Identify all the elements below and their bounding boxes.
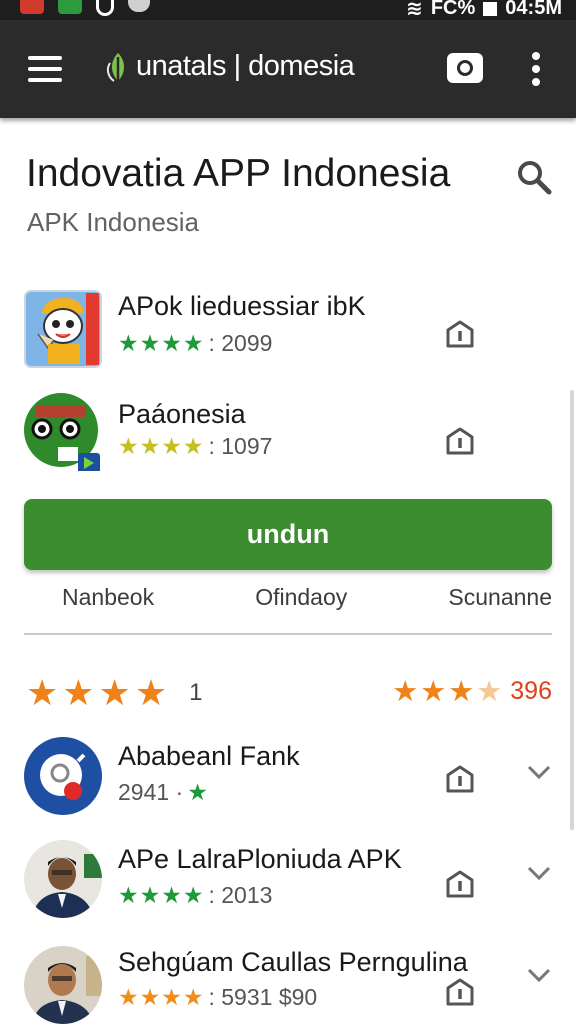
network-status: FC%	[430, 0, 476, 19]
app-list-item[interactable]: APe LalraPloniuda APK ★★★★ : 2013	[0, 840, 576, 930]
scrollbar[interactable]	[570, 390, 574, 830]
leaf-logo-icon	[106, 52, 124, 82]
app-list-item[interactable]: Sehgúam Caullas Perngulina ★★★★ : 5931 $…	[0, 944, 576, 1024]
app-list-item[interactable]: Ababeanl Fank 2941 · ★	[0, 737, 576, 827]
app-rating: ★★★★ : 2099	[118, 330, 272, 357]
app-rating: 2941 · ★	[118, 779, 209, 806]
rating-count: 1	[189, 679, 203, 706]
app-icon	[24, 393, 100, 471]
chevron-down-icon[interactable]	[526, 966, 552, 984]
system-indicators: ≋ FC% 04:5M	[406, 0, 562, 21]
rating-count: : 2013	[208, 882, 273, 908]
brand-name: unatals | domesia	[136, 50, 355, 82]
install-icon[interactable]	[444, 425, 476, 457]
rating-count: 2941 ·	[118, 779, 184, 805]
avatar	[24, 946, 102, 1024]
page-title: Indovatia APP Indonesia	[26, 152, 451, 195]
rating-summary-left: ★★★★ 1	[26, 672, 202, 714]
rating-stars: ★	[187, 779, 209, 805]
app-name: Sehgúam Caullas Perngulina	[118, 947, 468, 977]
rating-stars: ★★★★	[26, 672, 172, 713]
rating-stars: ★★★★	[118, 984, 205, 1010]
rating-count: : 5931 $90	[208, 984, 318, 1010]
install-icon[interactable]	[444, 763, 476, 795]
tab-ofindaoy[interactable]: Ofindaoy	[217, 582, 385, 618]
brand: unatals | domesia	[106, 50, 355, 83]
app-icon	[24, 290, 102, 368]
app-list-item[interactable]: Paáonesia ★★★★ : 1097	[0, 393, 576, 483]
app-bar: unatals | domesia	[0, 20, 576, 118]
android-icon	[58, 0, 82, 14]
clock: 04:5M	[505, 0, 562, 19]
tab-scunanne[interactable]: Scunanne	[410, 582, 552, 618]
app-list-item[interactable]: APok lieduessiar ibK ★★★★ : 2099	[0, 288, 576, 378]
tab-bar: Nanbeok Ofindaoy Scunanne	[24, 582, 552, 618]
wifi-icon: ≋	[406, 0, 423, 20]
notification-app-icon	[20, 0, 44, 14]
chevron-down-icon[interactable]	[526, 763, 552, 781]
status-bar: ≋ FC% 04:5M	[0, 0, 576, 20]
cloud-icon	[128, 0, 150, 12]
app-name: APe LalraPloniuda APK	[118, 844, 402, 874]
divider	[24, 633, 552, 635]
rating-stars: ★★★★	[118, 433, 205, 459]
install-button[interactable]: undun	[24, 499, 552, 570]
app-icon	[24, 737, 102, 815]
chevron-down-icon[interactable]	[526, 864, 552, 882]
install-icon[interactable]	[444, 318, 476, 350]
avatar	[24, 840, 102, 918]
rating-stars: ★★★★	[118, 882, 205, 908]
camera-icon[interactable]	[447, 53, 483, 83]
more-options-icon[interactable]	[530, 52, 542, 86]
rating-stars: ★★★★	[118, 330, 205, 356]
notification-icons	[20, 0, 150, 16]
install-icon[interactable]	[444, 976, 476, 1008]
rating-count: 396	[510, 677, 552, 705]
tab-nanbeok[interactable]: Nanbeok	[24, 582, 192, 618]
app-rating: ★★★★ : 1097	[118, 433, 272, 460]
sync-icon	[96, 0, 114, 16]
app-name: Paáonesia	[118, 399, 246, 429]
menu-icon[interactable]	[28, 56, 62, 82]
app-name: Ababeanl Fank	[118, 741, 300, 771]
rating-count: : 1097	[208, 433, 273, 459]
search-icon[interactable]	[514, 157, 554, 197]
rating-summary-right: ★★★★ 396	[392, 674, 552, 709]
rating-stars: ★★★★	[392, 676, 505, 708]
app-rating: ★★★★ : 2013	[118, 882, 272, 909]
page-subtitle: APK Indonesia	[27, 207, 200, 237]
install-icon[interactable]	[444, 868, 476, 900]
app-name: APok lieduessiar ibK	[118, 291, 366, 321]
rating-count: : 2099	[208, 330, 273, 356]
app-rating: ★★★★ : 5931 $90	[118, 984, 317, 1011]
battery-icon	[483, 1, 498, 16]
